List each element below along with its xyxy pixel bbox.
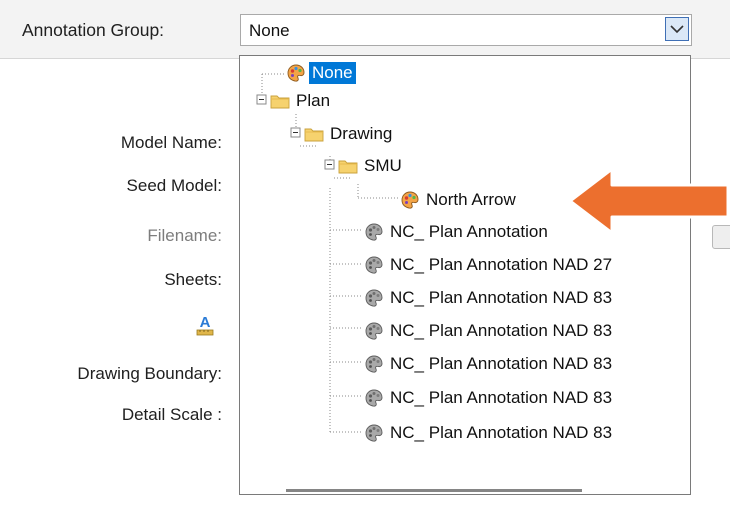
chevron-down-icon bbox=[670, 25, 684, 34]
palette-icon bbox=[286, 63, 306, 83]
tree-item-drawing[interactable]: Drawing bbox=[304, 121, 395, 147]
tree-item-smu[interactable]: SMU bbox=[338, 153, 405, 179]
tree-item-label: NC_ Plan Annotation NAD 83 bbox=[390, 354, 613, 373]
tree-item-label: SMU bbox=[364, 156, 402, 175]
sheets-label: Sheets: bbox=[164, 270, 222, 289]
tree-item-nc-plan-annotation[interactable]: NC_ Plan Annotation bbox=[364, 219, 551, 245]
tree-item-label: NC_ Plan Annotation NAD 83 bbox=[390, 423, 613, 442]
palette-icon bbox=[400, 190, 420, 210]
palette-gray-icon bbox=[364, 354, 384, 374]
tree-item-label: None bbox=[309, 62, 356, 84]
tree-item-label: North Arrow bbox=[426, 190, 516, 209]
tree-item-nc-plan-annotation-nad83[interactable]: NC_ Plan Annotation NAD 83 bbox=[364, 385, 615, 411]
horizontal-scrollbar-thumb[interactable] bbox=[286, 489, 582, 492]
tree-item-nc-plan-annotation-nad83[interactable]: NC_ Plan Annotation NAD 83 bbox=[364, 285, 615, 311]
palette-gray-icon bbox=[364, 423, 384, 443]
annotation-group-label: Annotation Group: bbox=[22, 20, 165, 40]
tree-item-label: Plan bbox=[296, 91, 331, 110]
tree-item-label: NC_ Plan Annotation NAD 27 bbox=[390, 255, 613, 274]
folder-icon bbox=[304, 124, 324, 144]
annotation-group-panel: Annotation Group: None bbox=[0, 0, 730, 59]
tree-item-none[interactable]: None bbox=[286, 60, 356, 86]
tree-item-nc-plan-annotation-nad27[interactable]: NC_ Plan Annotation NAD 27 bbox=[364, 252, 615, 278]
palette-gray-icon bbox=[364, 321, 384, 341]
tree-item-label: NC_ Plan Annotation NAD 83 bbox=[390, 288, 613, 307]
annotation-group-value: None bbox=[249, 21, 290, 40]
tree-item-label: NC_ Plan Annotation NAD 83 bbox=[390, 388, 613, 407]
svg-text:A: A bbox=[200, 314, 211, 331]
model-name-label: Model Name: bbox=[120, 133, 222, 152]
palette-gray-icon bbox=[364, 288, 384, 308]
annotation-group-combobox[interactable]: None bbox=[240, 14, 692, 46]
callout-arrow-icon bbox=[568, 167, 730, 235]
tree-item-plan[interactable]: Plan bbox=[270, 88, 333, 114]
tree-item-north-arrow[interactable]: North Arrow bbox=[400, 187, 519, 213]
tree-item-label: NC_ Plan Annotation bbox=[390, 222, 548, 241]
dropdown-button[interactable] bbox=[665, 17, 689, 41]
folder-icon bbox=[270, 91, 290, 111]
detail-scale-label: Detail Scale : bbox=[121, 405, 222, 424]
filename-label: Filename: bbox=[147, 226, 222, 245]
tree-item-label: Drawing bbox=[330, 124, 393, 143]
tree-item-nc-plan-annotation-nad83[interactable]: NC_ Plan Annotation NAD 83 bbox=[364, 318, 615, 344]
tree-item-nc-plan-annotation-nad83[interactable]: NC_ Plan Annotation NAD 83 bbox=[364, 351, 615, 377]
tree-item-label: NC_ Plan Annotation NAD 83 bbox=[390, 321, 613, 340]
drawing-boundary-label: Drawing Boundary: bbox=[77, 364, 222, 383]
annotation-group-dropdown-tree[interactable]: None Plan Drawing SMU North Arrow NC_ Pl… bbox=[239, 55, 691, 495]
tree-item-nc-plan-annotation-nad83[interactable]: NC_ Plan Annotation NAD 83 bbox=[364, 420, 615, 446]
seed-model-label: Seed Model: bbox=[126, 176, 222, 195]
folder-icon bbox=[338, 156, 358, 176]
text-style-icon[interactable]: A bbox=[194, 313, 216, 337]
palette-gray-icon bbox=[364, 388, 384, 408]
palette-gray-icon bbox=[364, 222, 384, 242]
palette-gray-icon bbox=[364, 255, 384, 275]
